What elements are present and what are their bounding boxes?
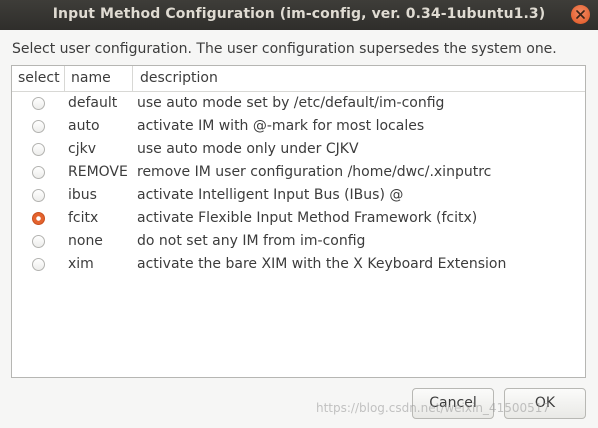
row-description: activate the bare XIM with the X Keyboar… [137,256,507,272]
column-header-description[interactable]: description [133,66,585,91]
row-description: remove IM user configuration /home/dwc/.… [137,164,492,180]
list-row-auto[interactable]: auto activate IM with @-mark for most lo… [12,116,585,139]
row-description: activate Flexible Input Method Framework… [137,210,478,226]
radio-button-xim[interactable] [32,258,45,271]
list-row-fcitx[interactable]: fcitx activate Flexible Input Method Fra… [12,208,585,231]
row-name: cjkv [68,141,96,157]
instruction-text: Select user configuration. The user conf… [12,41,557,57]
row-description: activate Intelligent Input Bus (IBus) @ [137,187,404,203]
radio-button-auto[interactable] [32,120,45,133]
row-description: use auto mode set by /etc/default/im-con… [137,95,445,111]
list-row-ibus[interactable]: ibus activate Intelligent Input Bus (IBu… [12,185,585,208]
column-header-select[interactable]: select [12,66,65,91]
radio-button-none[interactable] [32,235,45,248]
row-description: do not set any IM from im-config [137,233,366,249]
list-header: select name description [12,66,585,92]
close-button[interactable] [571,5,590,24]
close-icon [576,10,585,19]
row-name: xim [68,256,94,272]
watermark-text: https://blog.csdn.net/weixin_41500517 [316,401,551,415]
row-description: activate IM with @-mark for most locales [137,118,425,134]
radio-button-cjkv[interactable] [32,143,45,156]
radio-button-fcitx[interactable] [32,212,45,225]
row-name: fcitx [68,210,99,226]
row-name: ibus [68,187,97,203]
column-header-name[interactable]: name [65,66,133,91]
window-title: Input Method Configuration (im-config, v… [52,6,546,22]
row-name: auto [68,118,100,134]
row-name: REMOVE [68,164,128,180]
row-description: use auto mode only under CJKV [137,141,359,157]
list-row-cjkv[interactable]: cjkv use auto mode only under CJKV [12,139,585,162]
list-row-xim[interactable]: xim activate the bare XIM with the X Key… [12,254,585,277]
config-list[interactable]: select name description default use auto… [11,65,586,378]
row-name: none [68,233,103,249]
list-row-default[interactable]: default use auto mode set by /etc/defaul… [12,93,585,116]
radio-button-default[interactable] [32,97,45,110]
title-bar[interactable]: Input Method Configuration (im-config, v… [0,0,598,30]
list-row-remove[interactable]: REMOVE remove IM user configuration /hom… [12,162,585,185]
row-name: default [68,95,118,111]
radio-button-ibus[interactable] [32,189,45,202]
list-row-none[interactable]: none do not set any IM from im-config [12,231,585,254]
radio-button-remove[interactable] [32,166,45,179]
